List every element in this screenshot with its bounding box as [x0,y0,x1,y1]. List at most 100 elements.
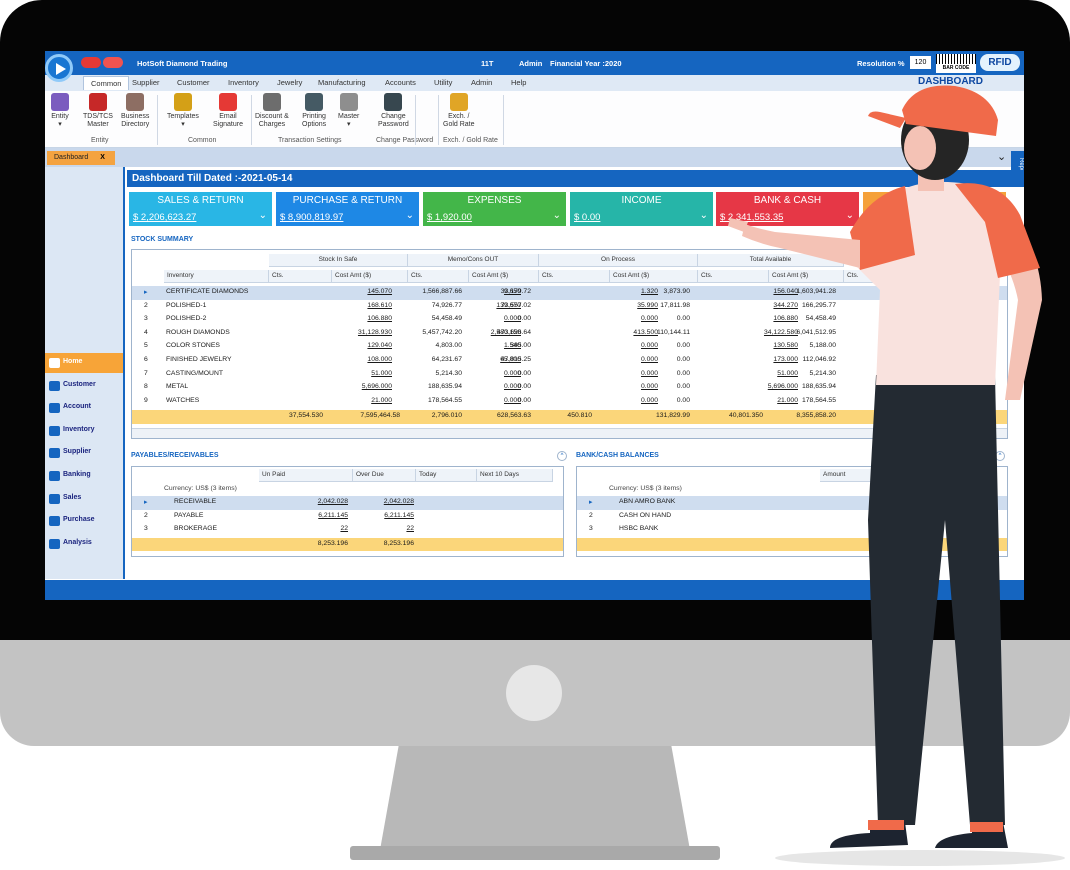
nav-item-banking[interactable]: Banking [45,466,123,486]
menu-help[interactable]: Help [511,78,526,87]
chevron-down-icon[interactable]: ⌄ [700,210,708,221]
stock-value-cell: 108.000 [367,356,392,363]
nav-item-account[interactable]: Account [45,398,123,418]
barcode-button[interactable]: BAR CODE [936,54,976,73]
table-row[interactable]: 3 HSBC BANK [577,523,1007,537]
table-row[interactable]: 5 COLOR STONES 129.040 4,803.00 1.540 385.00 0… [132,340,1007,354]
app-menu-button[interactable] [45,54,73,82]
table-row[interactable]: 2 POLISHED-1 168.610 74,926.77 139.670 73,557… [132,300,1007,314]
ribbon-gold-rate-button[interactable]: Exch. / Gold Rate [443,93,475,129]
menu-bar: Common Supplier Customer Inventory Jewelry Ma… [45,75,1024,91]
chevron-down-icon[interactable]: ⌄ [553,210,561,221]
menu-accounts[interactable]: Accounts [385,78,416,87]
menu-common[interactable]: Common [83,76,130,90]
nav-item-customer[interactable]: Customer [45,376,123,396]
nav-item-purchase[interactable]: Purchase [45,511,123,531]
stock-value-cell: 5,696.000 [767,383,798,391]
summary-card[interactable]: EXPENSES $ 1,920.00 ⌄ [423,192,566,226]
power-toggle-icon[interactable] [103,57,123,68]
ribbon-button-sublabel: Charges [258,121,286,128]
ribbon-tds-button[interactable]: TDS/TCS Master [83,93,113,129]
ribbon-button-sublabel: ▾ [181,121,185,128]
tab-dashboard[interactable]: Dashboard X [47,151,115,165]
ribbon-entity-button[interactable]: Entity ▾ [51,93,69,129]
menu-admin[interactable]: Admin [471,78,492,87]
stock-value-cell: 0.00 [517,369,531,377]
ribbon-button-label: Entity [51,113,69,120]
menu-supplier[interactable]: Supplier [132,78,160,87]
table-row[interactable]: 2 CASH ON HAND [577,510,1007,524]
chevron-down-icon[interactable]: ⌄ [997,150,1006,163]
inventory-name: POLISHED-2 [166,315,207,323]
lock-toggle-icon[interactable] [81,57,101,68]
resolution-input[interactable]: 120 [910,56,931,69]
ribbon-button-sublabel: Gold Rate [443,121,475,128]
stock-value-cell: 0.00 [676,315,690,323]
table-row[interactable]: 9 WATCHES 21.000 178,564.55 0.000 0.00 0.000 0.… [132,395,1007,409]
table-row[interactable]: 7 CASTING/MOUNT 51.000 5,214.30 0.000 0.00 0.0… [132,368,1007,382]
total-value: 8,253.196 [317,539,348,547]
ribbon-directory-button[interactable]: Business Directory [121,93,149,129]
summary-card[interactable]: INCOME $ 0.00 ⌄ [570,192,713,226]
row-pointer-icon: ▸ [144,499,148,506]
summary-card[interactable]: PURCHASE & RETURN $ 8,900,819.97 ⌄ [276,192,419,226]
bank-balances-grid[interactable]: Amount Currency: US$ (3 items) ▸ ABN AMRO B… [576,466,1008,557]
payable-value: 2,042.028 [317,498,348,505]
nav-item-supplier[interactable]: Supplier [45,443,123,463]
summary-card[interactable]: BANK & CASH $ 2,341,553.35 ⌄ [716,192,859,226]
ribbon-master-button[interactable]: Master ▾ [338,93,359,129]
table-row[interactable]: 3 BROKERAGE 22 22 [132,523,563,537]
ribbon-email-button[interactable]: Email Signature [213,93,243,129]
menu-inventory[interactable]: Inventory [228,78,259,87]
stock-value-cell: 0.00 [676,342,690,350]
stock-column-header: Cost Amt ($) [769,270,844,283]
chevron-down-icon[interactable]: ⌄ [406,210,414,221]
payable-name: RECEIVABLE [174,498,217,505]
rfid-button[interactable]: RFID [980,54,1020,71]
ribbon-password-button[interactable]: Change Password [378,93,409,129]
stock-summary-label: STOCK SUMMARY [131,236,194,243]
horizontal-scrollbar[interactable] [132,428,1007,438]
summary-card[interactable]: ⌄ [863,192,1006,226]
ribbon-discount-button[interactable]: Discount & Charges [255,93,289,129]
ribbon-printing-button[interactable]: Printing Options [302,93,326,129]
payables-column-header: Un Paid [259,469,353,482]
table-row[interactable]: ▸ ABN AMRO BANK [577,496,1007,510]
stock-column-header: Cost Amt ($) [469,270,539,283]
menu-manufacturing[interactable]: Manufacturing [318,78,366,87]
total-value: 7,595,464.58 [360,412,400,420]
banking-icon [49,471,60,481]
payables-grid[interactable]: Un Paid Over Due Today Next 10 Days Currency… [131,466,564,557]
stock-value-cell: 35.990 [637,301,658,309]
table-row[interactable]: 8 METAL 5,696.000 188,635.94 0.000 0.00 0.000 0… [132,381,1007,395]
table-row[interactable]: 2 PAYABLE 6,211.145 6,211.145 [132,510,563,524]
directory-icon [126,93,145,111]
table-row[interactable]: 3 POLISHED-2 106.880 54,458.49 0.000 0.00 0.00… [132,313,1007,327]
nav-item-home[interactable]: Home [45,353,123,373]
menu-jewelry[interactable]: Jewelry [277,78,302,87]
user-name: Admin [519,59,543,68]
table-row[interactable]: ▸ CERTIFICATE DIAMONDS 145.070 1,566,887.66… [132,286,1007,300]
chevron-down-icon[interactable]: ⌄ [846,210,854,221]
stock-value-cell: 51.000 [777,369,798,377]
ribbon-templates-button[interactable]: Templates ▾ [167,93,199,129]
close-icon[interactable]: X [100,154,105,161]
summary-card[interactable]: SALES & RETURN $ 2,206,623.27 ⌄ [129,192,272,226]
table-row[interactable]: ▸ RECEIVABLE 2,042.028 2,042.028 [132,496,563,510]
menu-customer[interactable]: Customer [177,78,210,87]
collapse-payables-icon[interactable]: ^ [557,451,567,461]
collapse-bank-icon[interactable]: ^ [995,451,1005,461]
nav-item-sales[interactable]: Sales [45,489,123,509]
chevron-down-icon[interactable]: ⌄ [259,210,267,221]
row-index: 3 [144,315,148,323]
nav-item-analysis[interactable]: Analysis [45,534,123,554]
menu-utility[interactable]: Utility [434,78,452,87]
stock-summary-grid[interactable]: Stock In Safe Memo/Cons OUT On Process Tota… [131,249,1008,439]
table-row[interactable]: 6 FINISHED JEWELRY 108.000 64,231.67 65.000 4… [132,354,1007,368]
table-row[interactable]: 4 ROUGH DIAMONDS 31,128.930 5,457,742.20 2,5… [132,327,1007,341]
stock-value-cell: 1.320 [640,288,658,295]
nav-item-inventory[interactable]: Inventory [45,421,123,441]
chevron-down-icon[interactable]: ⌄ [993,210,1001,221]
nav-item-label: Analysis [63,538,92,546]
total-value: 40,801.350 [728,412,763,420]
